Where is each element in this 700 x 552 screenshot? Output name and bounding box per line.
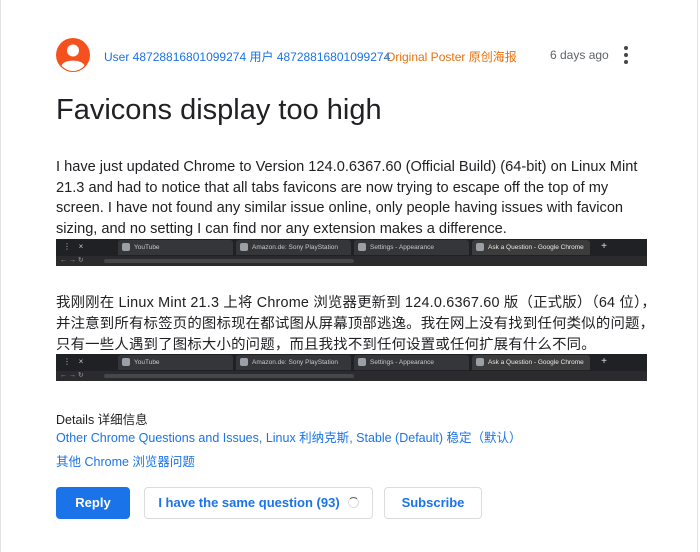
window-menu-icon: ⋮	[63, 242, 71, 251]
same-question-button[interactable]: I have the same question (93)	[144, 487, 373, 519]
category-link-other-chrome[interactable]: Other Chrome Questions and Issues	[56, 431, 259, 445]
tab-favicon-icon	[122, 358, 130, 366]
nav-arrows-icon: ← → ↻	[60, 257, 84, 264]
tab-favicon-icon	[476, 358, 484, 366]
tab-favicon-icon	[240, 358, 248, 366]
tab-favicon-icon	[358, 243, 366, 251]
url-field	[104, 259, 354, 263]
screenshot-tab: YouTube	[118, 355, 233, 370]
post-body-chinese: 我刚刚在 Linux Mint 21.3 上将 Chrome 浏览器更新到 12…	[56, 295, 656, 353]
tab-favicon-icon	[358, 358, 366, 366]
reply-button[interactable]: Reply	[56, 487, 130, 519]
category-link-stable[interactable]: Stable (Default) 稳定（默认）	[356, 431, 521, 445]
screenshot-tab: Settings - Appearance	[354, 240, 469, 255]
screenshot-image-1: ⋮ × YouTube Amazon.de: Sony PlayStation …	[56, 239, 647, 266]
post-title: Favicons display too high	[56, 94, 382, 126]
same-question-label: I have the same question (93)	[158, 495, 340, 510]
screenshot-tab: Amazon.de: Sony PlayStation	[236, 240, 351, 255]
original-poster-badge: Original Poster 原创海报	[386, 50, 517, 64]
address-bar: ← → ↻	[56, 371, 647, 381]
screenshot-tab: Ask a Question - Google Chrome	[472, 355, 590, 370]
question-card: User 48728816801099274 用户 48728816801099…	[0, 0, 698, 552]
screenshot-image-2: ⋮ × YouTube Amazon.de: Sony PlayStation …	[56, 354, 647, 381]
nav-arrows-icon: ← → ↻	[60, 372, 84, 379]
details-links: Other Chrome Questions and Issues, Linux…	[56, 427, 521, 446]
new-tab-icon: +	[601, 241, 607, 252]
details-label: Details 详细信息	[56, 413, 148, 427]
more-vert-icon[interactable]	[618, 44, 634, 66]
tab-favicon-icon	[476, 243, 484, 251]
author-name[interactable]: User 48728816801099274 用户 48728816801099…	[104, 48, 390, 65]
category-link-chinese[interactable]: 其他 Chrome 浏览器问题	[56, 451, 195, 470]
tab-close-icon: ×	[78, 242, 84, 251]
subscribe-button[interactable]: Subscribe	[384, 487, 482, 519]
screenshot-tab: Settings - Appearance	[354, 355, 469, 370]
address-bar: ← → ↻	[56, 256, 647, 266]
url-field	[104, 374, 354, 378]
tab-favicon-icon	[240, 243, 248, 251]
tab-close-icon: ×	[78, 357, 84, 366]
avatar-icon[interactable]	[56, 38, 90, 72]
post-header: User 48728816801099274 用户 48728816801099…	[56, 38, 697, 72]
loading-spinner-icon	[347, 497, 359, 508]
screenshot-tab: Ask a Question - Google Chrome	[472, 240, 590, 255]
post-body-english: I have just updated Chrome to Version 12…	[56, 159, 638, 237]
tab-favicon-icon	[122, 243, 130, 251]
category-link-linux[interactable]: Linux 利纳克斯	[266, 431, 349, 445]
screenshot-tab: Amazon.de: Sony PlayStation	[236, 355, 351, 370]
details-separator: ,	[258, 431, 266, 445]
post-timestamp: 6 days ago	[550, 48, 609, 62]
screenshot-tab: YouTube	[118, 240, 233, 255]
new-tab-icon: +	[601, 356, 607, 367]
window-menu-icon: ⋮	[63, 357, 71, 366]
